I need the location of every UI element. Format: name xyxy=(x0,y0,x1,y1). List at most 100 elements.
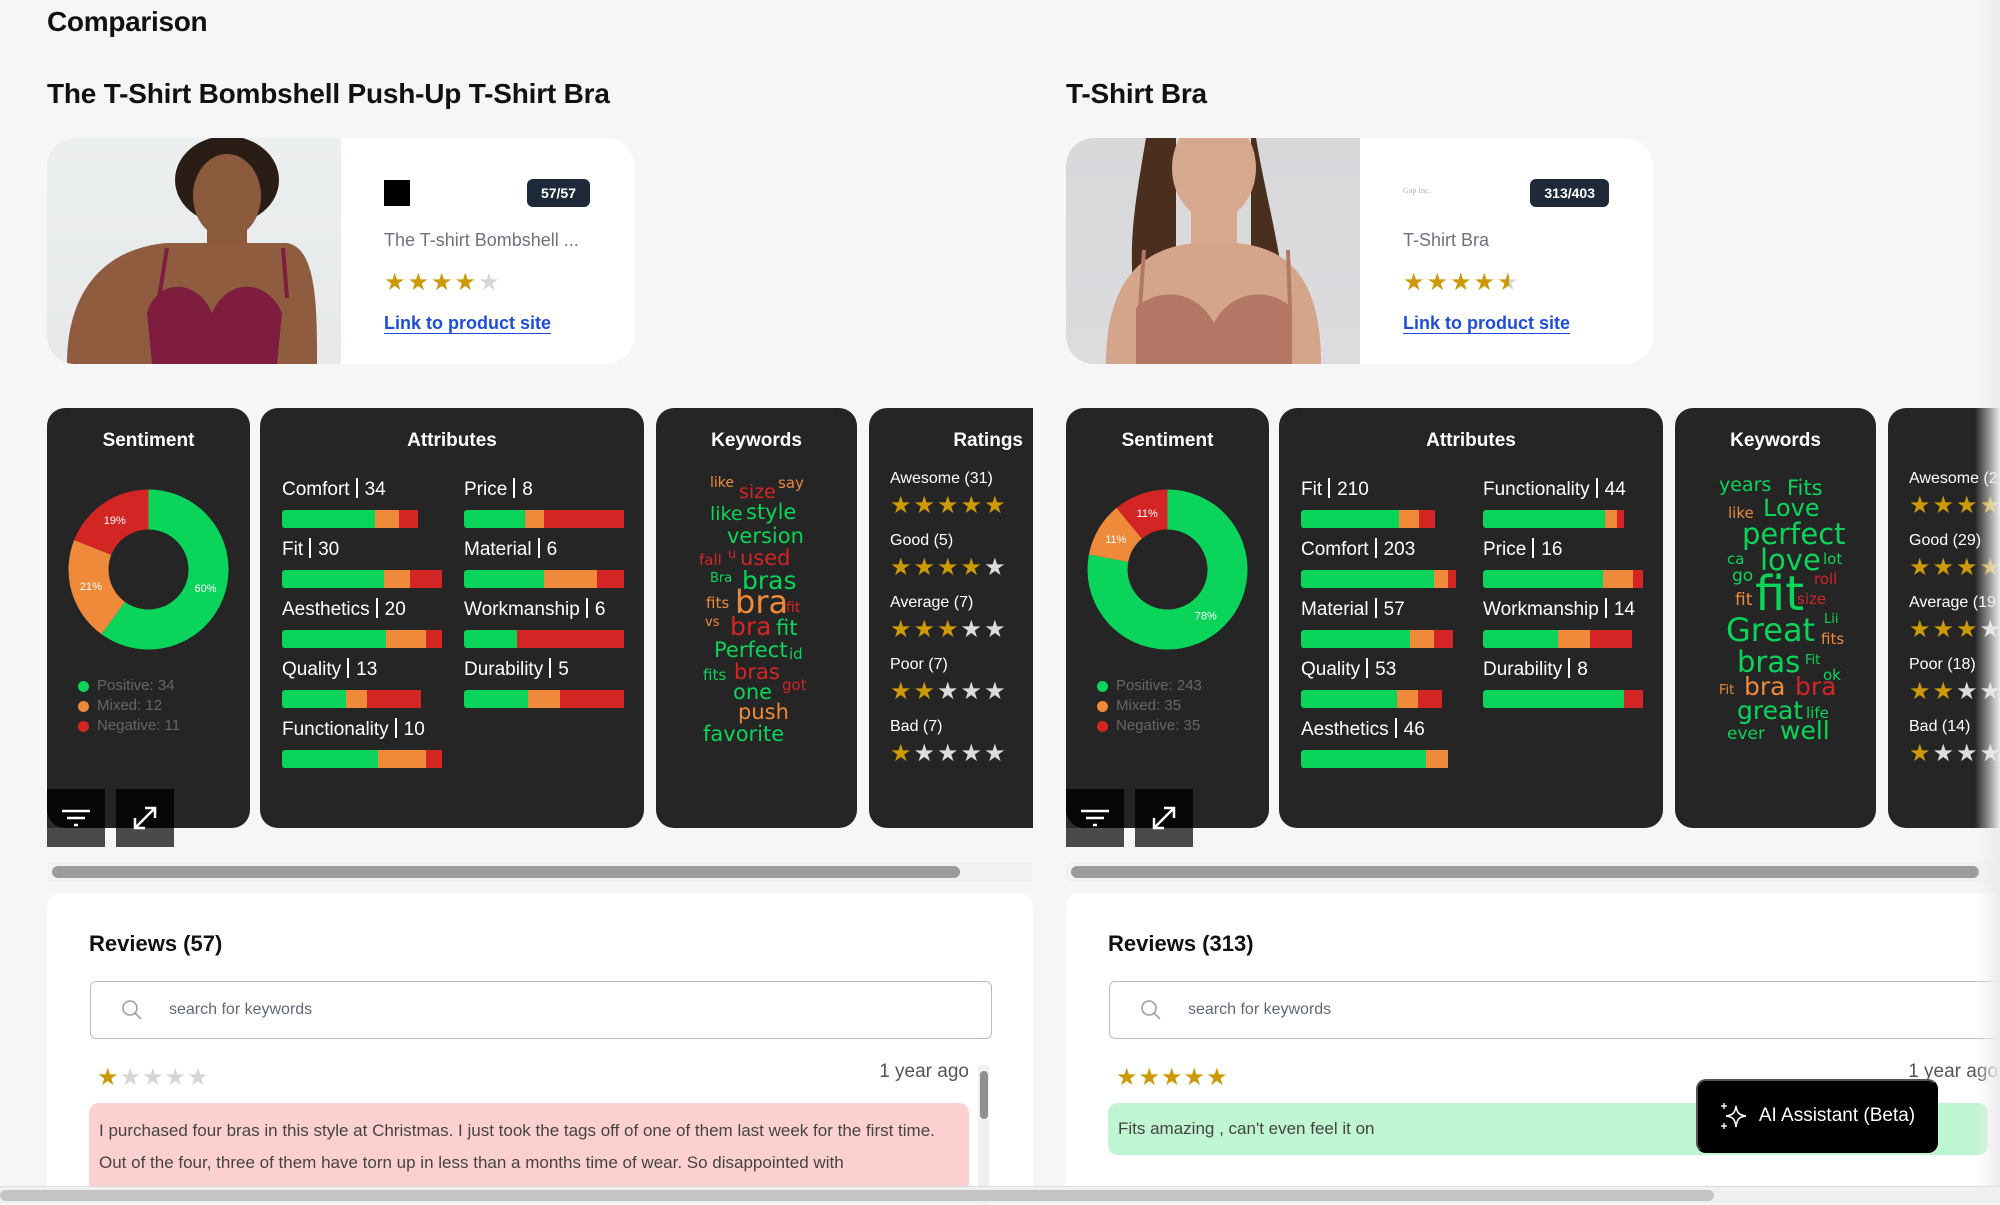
keyword[interactable]: ca xyxy=(1727,552,1744,567)
keyword[interactable]: fits xyxy=(1821,632,1844,647)
attribute-item[interactable]: Fit 30 xyxy=(282,538,447,588)
attribute-item[interactable]: Workmanship 14 xyxy=(1483,598,1648,648)
attribute-item[interactable]: Quality 53 xyxy=(1301,658,1466,708)
attribute-count: 30 xyxy=(318,539,340,560)
attribute-item[interactable]: Functionality 44 xyxy=(1483,478,1648,528)
attribute-item[interactable]: Price 8 xyxy=(464,478,629,528)
review-search-box[interactable] xyxy=(90,981,992,1039)
rating-row[interactable]: Awesome (31) ★★★★★ xyxy=(890,470,1008,518)
product-site-link[interactable]: Link to product site xyxy=(1403,313,1570,334)
keyword[interactable]: id xyxy=(789,647,803,662)
keyword[interactable]: fit xyxy=(776,618,797,639)
attribute-item[interactable]: Material 6 xyxy=(464,538,629,588)
keyword[interactable]: Great xyxy=(1726,614,1815,646)
attribute-item[interactable]: Durability 5 xyxy=(464,658,629,708)
keyword[interactable]: got xyxy=(782,678,807,693)
keyword[interactable]: Bra xyxy=(710,572,732,585)
keyword[interactable]: years xyxy=(1719,476,1771,495)
ai-assistant-button[interactable]: AI Assistant (Beta) xyxy=(1696,1079,1938,1153)
star-filled-icon: ★ xyxy=(1450,269,1474,296)
separator xyxy=(1374,598,1377,618)
star-filled-icon: ★ xyxy=(1909,492,1933,519)
rating-row[interactable]: Bad (7) ★★★★★ xyxy=(890,718,1008,766)
expand-icon xyxy=(1152,806,1176,830)
attribute-item[interactable]: Quality 13 xyxy=(282,658,447,708)
product-image[interactable] xyxy=(1066,138,1360,364)
keyword[interactable]: roll xyxy=(1814,572,1837,587)
keyword[interactable]: fit xyxy=(1735,592,1752,609)
keyword[interactable]: fits xyxy=(703,668,726,683)
attribute-item[interactable]: Functionality 10 xyxy=(282,718,447,768)
rating-row[interactable]: Average (7) ★★★★★ xyxy=(890,594,1008,642)
expand-button[interactable] xyxy=(1135,789,1193,847)
attribute-item[interactable]: Material 57 xyxy=(1301,598,1466,648)
reviews-scrollbar[interactable] xyxy=(980,1071,988,1119)
panels-scrollbar[interactable] xyxy=(52,866,960,878)
attribute-item[interactable]: Workmanship 6 xyxy=(464,598,629,648)
keyword[interactable]: Perfect xyxy=(714,640,788,661)
attribute-item[interactable]: Price 16 xyxy=(1483,538,1648,588)
keyword[interactable]: fall xyxy=(699,553,722,568)
bar-segment-pos xyxy=(282,750,378,768)
review-search-input[interactable] xyxy=(169,1001,991,1019)
product-site-link[interactable]: Link to product site xyxy=(384,313,551,334)
attribute-name: Functionality xyxy=(1483,479,1590,500)
attribute-name: Comfort xyxy=(282,479,350,500)
keyword[interactable]: Lii xyxy=(1824,613,1838,626)
star-empty-icon: ★ xyxy=(913,740,938,767)
review-search-box[interactable] xyxy=(1109,981,2000,1039)
mixed-dot-icon xyxy=(78,700,89,712)
attribute-label: Price 8 xyxy=(464,478,629,501)
panels-scrollbar[interactable] xyxy=(1071,866,1979,878)
keyword[interactable]: go xyxy=(1732,568,1753,585)
keyword[interactable]: lot xyxy=(1823,552,1842,567)
ratings-panel: Ratings Awesome (31) ★★★★★ Good (5) ★★★★★ Av… xyxy=(869,408,1033,828)
attribute-item[interactable]: Fit 210 xyxy=(1301,478,1466,528)
donut-label-positive: 60% xyxy=(195,583,217,595)
keyword[interactable]: version xyxy=(727,526,804,547)
filter-button[interactable] xyxy=(47,789,105,847)
separator xyxy=(309,538,312,558)
review-search-input[interactable] xyxy=(1188,1001,2000,1019)
product-info: 57/57 The T-shirt Bombshell ... ★★★★★ Li… xyxy=(341,138,634,364)
separator xyxy=(375,598,378,618)
star-empty-icon: ★ xyxy=(984,740,1008,767)
keyword[interactable]: favorite xyxy=(703,724,784,745)
keyword[interactable]: like xyxy=(710,476,734,490)
attribute-name: Durability xyxy=(464,659,544,680)
star-filled-icon: ★ xyxy=(431,269,455,296)
keyword[interactable]: size xyxy=(1797,592,1826,607)
keyword[interactable]: Fit xyxy=(1805,654,1820,667)
product-image[interactable] xyxy=(47,138,341,364)
attribute-item[interactable]: Comfort 203 xyxy=(1301,538,1466,588)
keyword[interactable]: bra xyxy=(730,614,771,639)
attribute-item[interactable]: Aesthetics 20 xyxy=(282,598,447,648)
page-horizontal-scrollbar[interactable] xyxy=(0,1190,1714,1201)
star-filled-icon: ★ xyxy=(890,616,914,643)
keyword[interactable]: style xyxy=(746,502,796,523)
rating-row[interactable]: Good (5) ★★★★★ xyxy=(890,532,1008,580)
attribute-label: Workmanship 14 xyxy=(1483,598,1648,621)
keyword[interactable]: push xyxy=(738,702,789,723)
keyword[interactable]: fit xyxy=(786,601,800,615)
star-filled-icon: ★ xyxy=(1183,1064,1207,1091)
attribute-item[interactable]: Comfort 34 xyxy=(282,478,447,528)
keyword[interactable]: ever xyxy=(1727,726,1765,743)
keyword[interactable]: like xyxy=(710,505,743,524)
keyword[interactable]: u xyxy=(728,548,736,561)
attribute-name: Quality xyxy=(1301,659,1361,680)
keyword[interactable]: say xyxy=(778,476,804,491)
filter-button[interactable] xyxy=(1066,789,1124,847)
keyword[interactable]: well xyxy=(1780,718,1830,743)
star-filled-icon: ★ xyxy=(1403,269,1427,296)
keyword[interactable]: vs xyxy=(705,616,719,629)
attribute-item[interactable]: Aesthetics 46 xyxy=(1301,718,1466,768)
brand-logo xyxy=(384,180,410,206)
attribute-item[interactable]: Durability 8 xyxy=(1483,658,1648,708)
keyword[interactable]: Fit xyxy=(1719,684,1734,697)
expand-button[interactable] xyxy=(116,789,174,847)
keyword[interactable]: fits xyxy=(706,596,729,611)
star-filled-icon: ★ xyxy=(1138,1064,1162,1091)
scroll-edge-fade xyxy=(1975,0,2000,1186)
rating-row[interactable]: Poor (7) ★★★★★ xyxy=(890,656,1008,704)
